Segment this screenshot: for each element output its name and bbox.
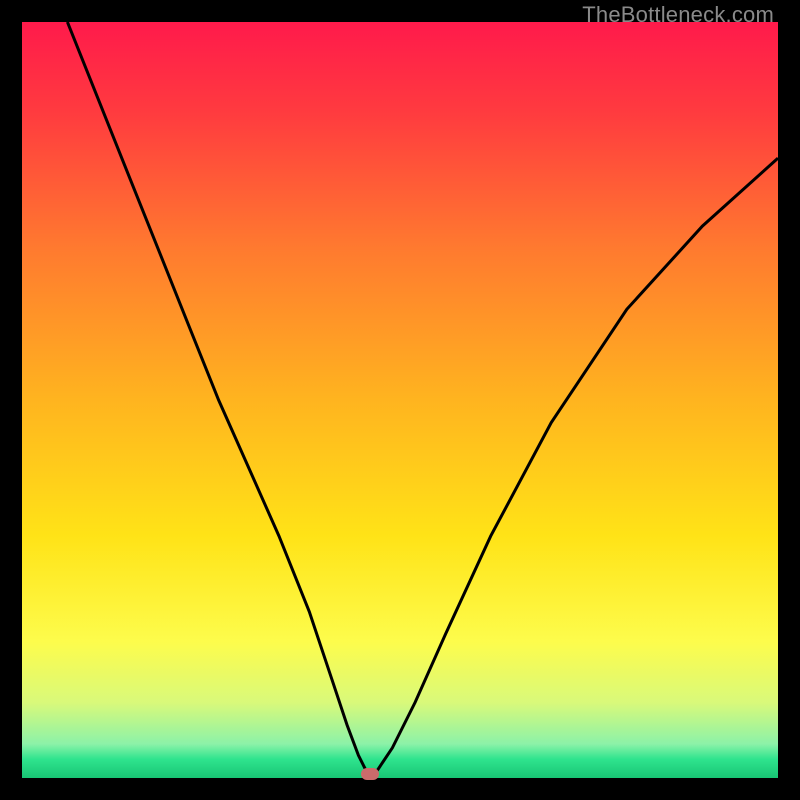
watermark-text: TheBottleneck.com (582, 2, 774, 28)
gradient-background (22, 22, 778, 778)
bottleneck-chart (22, 22, 778, 778)
chart-frame (22, 22, 778, 778)
optimum-marker (361, 768, 379, 780)
